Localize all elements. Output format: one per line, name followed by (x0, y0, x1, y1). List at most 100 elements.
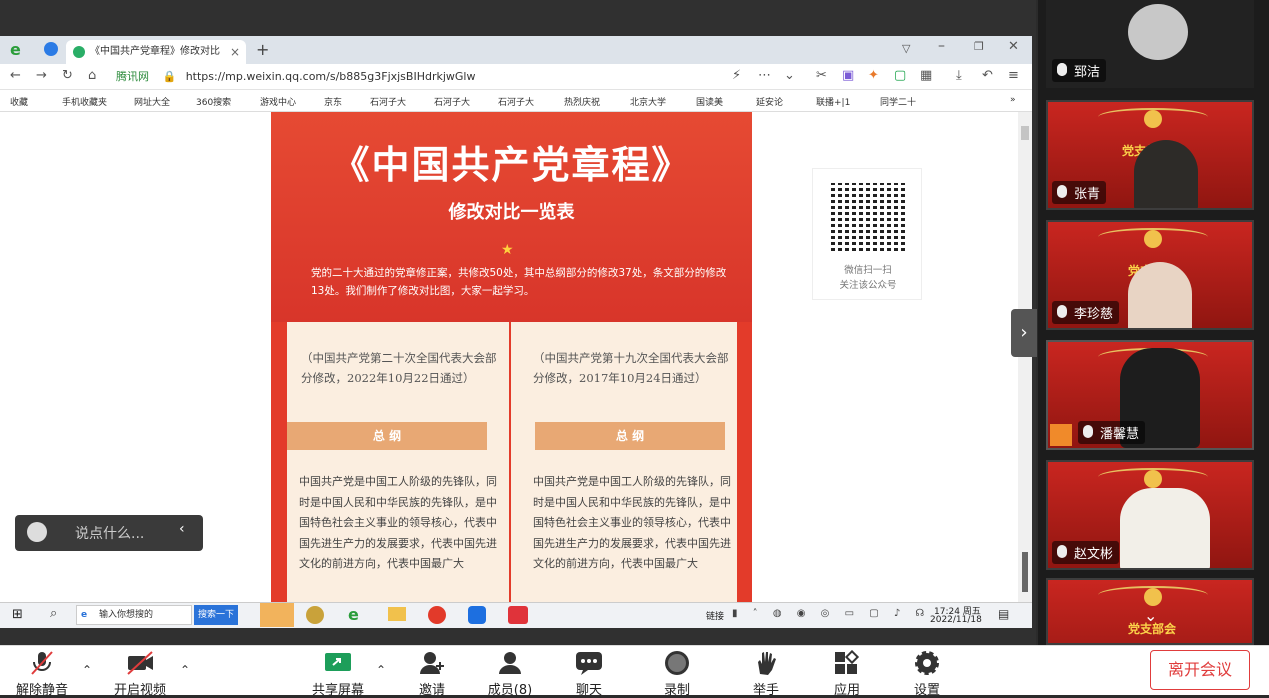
bookmark-item[interactable]: 京东 (324, 95, 342, 108)
taskbar-search-button[interactable]: 搜索一下 (194, 605, 238, 625)
bookmark-item[interactable]: 手机收藏夹 (62, 95, 107, 108)
collapse-panel-button[interactable]: › (1011, 309, 1037, 357)
participant-tile[interactable]: 党支部会 李珍慈 (1046, 220, 1254, 330)
menu-icon[interactable]: ≡ (1008, 68, 1019, 83)
bookmark-item[interactable]: 联播+|1 (816, 95, 850, 108)
scroll-thumb-bottom[interactable] (1022, 552, 1028, 592)
browser-app-icon[interactable]: e (348, 605, 359, 624)
taskbar-search[interactable]: e 输入你想搜的 (76, 605, 192, 625)
bookmark-item[interactable]: 游戏中心 (260, 95, 296, 108)
gear-icon (913, 650, 941, 676)
participant-tile[interactable]: 党支部会 ⌄ (1046, 578, 1254, 645)
collapse-chat-icon[interactable]: ‹ (179, 521, 185, 537)
bookmark-item[interactable]: 石河子大 (370, 95, 406, 108)
browser-logo-icon[interactable]: e (10, 40, 21, 59)
participant-name: 郅洁 (1074, 65, 1101, 80)
bookmark-item[interactable]: 360搜索 (196, 95, 231, 108)
members-button[interactable]: 成员(8) (470, 650, 550, 698)
lightning-icon[interactable]: ⚡ (732, 68, 741, 83)
tray-icons[interactable]: ▮ ˄ ◍ ◉ ◎ ▭ ▢ ♪ ☊ (732, 608, 930, 619)
scissors-icon[interactable]: ✂ (816, 68, 827, 83)
taskbar-date: 2022/11/18 (930, 615, 982, 625)
minimize-icon[interactable]: – (938, 38, 945, 54)
close-tab-icon[interactable]: × (230, 40, 240, 64)
restore-icon[interactable]: ❐ (974, 40, 984, 53)
party-emblem-icon (1144, 110, 1162, 128)
qr-code[interactable] (831, 183, 905, 251)
article-intro: 党的二十大通过的党章修正案，共修改50处，其中总纲部分的修改37处，条文部分的修… (311, 267, 727, 297)
right-column: （中国共产党第十九次全国代表大会部分修改，2017年10月24日通过） 总 纲 … (511, 322, 737, 602)
qr-caption-line2: 关注该公众号 (839, 280, 897, 291)
share-options-icon[interactable]: ⌃ (376, 663, 386, 677)
taskbar-link-label[interactable]: 链接 (706, 609, 724, 622)
extension-icon[interactable]: ▣ (842, 68, 854, 83)
notification-icon[interactable]: ▤ (998, 607, 1009, 621)
participant-tile[interactable]: 党支部会 赵文彬 (1046, 460, 1254, 570)
share-screen-icon (324, 650, 352, 676)
close-window-icon[interactable]: ✕ (1008, 39, 1019, 54)
more-bookmarks-icon[interactable]: » (1010, 95, 1016, 105)
media-app-icon[interactable] (428, 606, 446, 624)
meeting-app-icon[interactable] (468, 606, 486, 624)
wechat-app-icon[interactable] (260, 603, 294, 627)
invite-button[interactable]: 邀请 (392, 650, 472, 698)
settings-button[interactable]: 设置 (887, 650, 967, 698)
undo-icon[interactable]: ↶ (982, 68, 993, 83)
bookmark-item[interactable]: 同学二十 (880, 95, 916, 108)
chat-input-overlay[interactable]: 说点什么... ‹ (15, 515, 203, 551)
scrollbar[interactable] (1018, 112, 1032, 602)
members-label: 成员(8) (487, 683, 533, 698)
dropdown-icon[interactable]: ⌄ (784, 68, 795, 83)
start-video-button[interactable]: 开启视频 (100, 650, 180, 698)
chat-button[interactable]: 聊天 (549, 650, 629, 698)
shirt-icon[interactable]: ▽ (902, 42, 910, 55)
apps-button[interactable]: 应用 (807, 649, 887, 698)
record-button[interactable]: 录制 (637, 650, 717, 698)
bookmark-item[interactable]: 国读美 (696, 95, 723, 108)
bookmark-item[interactable]: 北京大学 (630, 95, 666, 108)
raise-hand-button[interactable]: 举手 (726, 650, 806, 698)
leave-meeting-button[interactable]: 离开会议 (1150, 650, 1250, 690)
unmute-label: 解除静音 (15, 683, 68, 698)
reload-icon[interactable]: ↻ (62, 68, 73, 83)
apps-grid-icon[interactable]: ▦ (920, 68, 932, 83)
bookmark-item[interactable]: 热烈庆祝 (564, 95, 600, 108)
audio-options-icon[interactable]: ⌃ (82, 663, 92, 677)
forward-icon[interactable]: → (36, 68, 47, 83)
bookmark-item[interactable]: 收藏 (10, 95, 28, 108)
participant-tile[interactable]: 党支部书记 张青 (1046, 100, 1254, 210)
participant-name-tag: 张青 (1052, 181, 1107, 204)
home-icon[interactable]: ⌂ (88, 68, 96, 83)
participant-video (1134, 140, 1198, 208)
lock-icon: 🔒 (162, 70, 177, 83)
wps-app-icon[interactable] (508, 606, 528, 624)
share-screen-button[interactable]: 共享屏幕 (298, 650, 378, 698)
folder-app-icon[interactable] (388, 607, 406, 621)
url-field[interactable]: 腾讯网 🔒 https://mp.weixin.qq.com/s/b885g3F… (116, 67, 806, 87)
video-options-icon[interactable]: ⌃ (180, 663, 190, 677)
more-icon[interactable]: ⋯ (758, 68, 771, 83)
participant-tile[interactable]: 党支部会 潘馨慧 (1046, 340, 1254, 450)
unmute-button[interactable]: 解除静音 (2, 650, 82, 698)
participant-tile[interactable]: 郅洁 (1046, 0, 1254, 88)
new-tab-icon[interactable]: + (256, 40, 269, 59)
taskbar-search-text: 输入你想搜的 (99, 610, 154, 620)
bookmark-item[interactable]: 石河子大 (434, 95, 470, 108)
participant-video (1120, 488, 1210, 568)
download-icon[interactable]: ⤓ (956, 68, 962, 83)
url-text: https://mp.weixin.qq.com/s/b885g3FjxjsBI… (185, 70, 476, 83)
bookmark-item[interactable]: 网址大全 (134, 95, 170, 108)
scroll-down-icon[interactable]: ⌄ (1144, 606, 1157, 625)
scroll-thumb[interactable] (1021, 126, 1029, 140)
emoji-icon[interactable] (27, 522, 47, 542)
bookmark-item[interactable]: 延安论 (756, 95, 783, 108)
browser-tab[interactable]: 《中国共产党章程》修改对比 × (66, 40, 246, 64)
back-icon[interactable]: ← (10, 68, 21, 83)
bookmark-arrow-icon[interactable] (44, 42, 58, 56)
game-icon[interactable]: ✦ (868, 68, 879, 83)
search-icon[interactable]: ⌕ (50, 606, 57, 621)
emblem-app-icon[interactable] (306, 606, 324, 624)
bookmark-item[interactable]: 石河子大 (498, 95, 534, 108)
chat-ext-icon[interactable]: ▢ (894, 68, 906, 83)
windows-start-icon[interactable]: ⊞ (12, 607, 23, 622)
